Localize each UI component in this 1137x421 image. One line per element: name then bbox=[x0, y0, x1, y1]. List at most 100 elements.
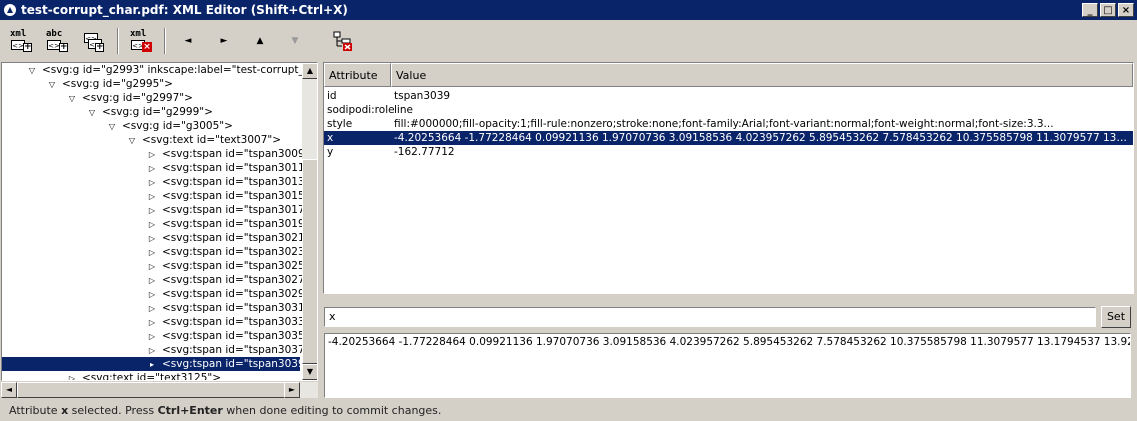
tree-horizontal-scrollbar[interactable]: ◄ ► bbox=[1, 382, 318, 398]
scroll-thumb-horizontal[interactable] bbox=[17, 382, 289, 398]
tree-node-label: <svg:tspan id="tspan3019"> bbox=[162, 218, 318, 230]
tree-node[interactable]: ▷ <svg:tspan id="tspan3023"> bbox=[146, 245, 317, 260]
duplicate-node-button[interactable]: <> <> + bbox=[78, 26, 108, 56]
tree-node-label: <svg:tspan id="tspan3029"> bbox=[162, 288, 318, 300]
tree-node[interactable]: ▽ <svg:text id="text3007"> bbox=[126, 133, 281, 147]
tree-node[interactable]: ▷ <svg:tspan id="tspan3027"> bbox=[146, 273, 318, 288]
tree-node[interactable]: ▷ <svg:tspan id="tspan3017"> bbox=[146, 203, 317, 218]
collapsed-triangle-icon[interactable]: ▷ bbox=[66, 372, 78, 380]
tree-node[interactable]: ▽ <svg:g id="g2995"> bbox=[46, 77, 173, 91]
tree-node[interactable]: ▷ <svg:tspan id="tspan3021"> bbox=[146, 231, 317, 246]
unindent-node-button[interactable]: ◄ bbox=[178, 32, 198, 50]
new-element-node-button[interactable]: xml <> + bbox=[6, 26, 36, 56]
title-bar: test-corrupt_char.pdf: XML Editor (Shift… bbox=[0, 0, 1137, 20]
collapsed-triangle-icon[interactable]: ▷ bbox=[146, 302, 158, 316]
tree-node[interactable]: ▽ <svg:g id="g3005"> bbox=[106, 119, 233, 133]
tree-node[interactable]: ▽ <svg:g id="g2999"> bbox=[86, 105, 213, 119]
collapsed-triangle-icon[interactable]: ▸ bbox=[146, 358, 158, 372]
tree-node-label: <svg:tspan id="tspan3009"> bbox=[162, 148, 318, 160]
tree-node[interactable]: ▷ <svg:tspan id="tspan3037"> bbox=[146, 343, 317, 358]
tree-node[interactable]: ▷ <svg:tspan id="tspan3013"> bbox=[146, 175, 317, 190]
tree-node[interactable]: ▷ <svg:tspan id="tspan3025"> bbox=[146, 259, 317, 274]
attribute-name: sodipodi:role bbox=[327, 104, 395, 116]
tree-node[interactable]: ▷ <svg:tspan id="tspan3029"> bbox=[146, 287, 318, 302]
collapsed-triangle-icon[interactable]: ▷ bbox=[146, 246, 158, 260]
collapsed-triangle-icon[interactable]: ▷ bbox=[146, 218, 158, 232]
expanded-triangle-icon[interactable]: ▽ bbox=[126, 134, 138, 148]
collapsed-triangle-icon[interactable]: ▷ bbox=[146, 176, 158, 190]
status-bar: Attribute x selected. Press Ctrl+Enter w… bbox=[9, 404, 442, 417]
collapsed-triangle-icon[interactable]: ▷ bbox=[146, 274, 158, 288]
expanded-triangle-icon[interactable]: ▽ bbox=[66, 92, 78, 106]
set-button[interactable]: Set bbox=[1101, 306, 1131, 328]
scroll-left-button[interactable]: ◄ bbox=[1, 382, 17, 398]
window-title: test-corrupt_char.pdf: XML Editor (Shift… bbox=[21, 3, 348, 17]
node-toolbar: xml <> + abc <> + <> <> + xml <> × ◄ ► ▲… bbox=[0, 20, 319, 62]
maximize-button[interactable]: □ bbox=[1100, 3, 1116, 17]
attribute-value: line bbox=[394, 104, 413, 116]
delete-node-button[interactable]: xml <> × bbox=[126, 26, 156, 56]
tree-node-label: <svg:text id="text3125"> bbox=[82, 372, 222, 381]
delete-attribute-button[interactable] bbox=[328, 26, 358, 56]
expanded-triangle-icon[interactable]: ▽ bbox=[46, 78, 58, 92]
raise-node-button[interactable]: ▲ bbox=[250, 32, 270, 50]
attribute-row[interactable]: x -4.20253664 -1.77228464 0.09921136 1.97… bbox=[324, 131, 1133, 145]
tree-node[interactable]: ▷ <svg:tspan id="tspan3035"> bbox=[146, 329, 317, 344]
minimize-button[interactable]: _ bbox=[1082, 3, 1098, 17]
collapsed-triangle-icon[interactable]: ▷ bbox=[146, 330, 158, 344]
collapsed-triangle-icon[interactable]: ▷ bbox=[146, 162, 158, 176]
collapsed-triangle-icon[interactable]: ▷ bbox=[146, 232, 158, 246]
tree-node-label: <svg:g id="g2995"> bbox=[62, 78, 173, 90]
tree-node[interactable]: ▷ <svg:text id="text3125"> bbox=[66, 371, 222, 381]
collapsed-triangle-icon[interactable]: ▷ bbox=[146, 260, 158, 274]
delete-attribute-icon bbox=[333, 31, 352, 51]
tree-node[interactable]: ▽ <svg:g id="g2993" inkscape:label="test-… bbox=[26, 63, 317, 78]
attribute-value-textarea[interactable]: -4.20253664 -1.77228464 0.09921136 1.970… bbox=[324, 333, 1131, 398]
attribute-column-header[interactable]: Attribute bbox=[324, 63, 391, 87]
tree-node-label: <svg:tspan id="tspan3027"> bbox=[162, 274, 318, 286]
collapsed-triangle-icon[interactable]: ▷ bbox=[146, 190, 158, 204]
expanded-triangle-icon[interactable]: ▽ bbox=[106, 120, 118, 134]
tree-node[interactable]: ▷ <svg:tspan id="tspan3031"> bbox=[146, 301, 317, 316]
expanded-triangle-icon[interactable]: ▽ bbox=[26, 64, 38, 78]
tree-node[interactable]: ▽ <svg:g id="g2997"> bbox=[66, 91, 193, 105]
tree-node[interactable]: ▷ <svg:tspan id="tspan3033"> bbox=[146, 315, 317, 330]
attribute-name: x bbox=[327, 132, 334, 144]
value-column-header[interactable]: Value bbox=[391, 63, 1133, 87]
indent-node-button[interactable]: ► bbox=[214, 32, 234, 50]
lower-node-button[interactable]: ▼ bbox=[285, 32, 305, 50]
tree-node[interactable]: ▷ <svg:tspan id="tspan3015"> bbox=[146, 189, 317, 204]
collapsed-triangle-icon[interactable]: ▷ bbox=[146, 316, 158, 330]
new-text-node-button[interactable]: abc <> + bbox=[42, 26, 72, 56]
tree-node-label: <svg:g id="g3005"> bbox=[122, 120, 233, 132]
collapsed-triangle-icon[interactable]: ▷ bbox=[146, 288, 158, 302]
collapsed-triangle-icon[interactable]: ▷ bbox=[146, 204, 158, 218]
attribute-table[interactable]: Attribute Value id tspan3039 sodipodi:role… bbox=[323, 62, 1134, 294]
toolbar-separator bbox=[117, 28, 119, 54]
attribute-row[interactable]: id tspan3039 bbox=[324, 89, 1133, 103]
scroll-right-button[interactable]: ► bbox=[284, 382, 300, 398]
collapsed-triangle-icon[interactable]: ▷ bbox=[146, 148, 158, 162]
attribute-name-input[interactable]: x bbox=[324, 307, 1096, 327]
tree-vertical-scrollbar[interactable]: ▲ ▼ bbox=[302, 63, 317, 380]
tree-node[interactable]: ▷ <svg:tspan id="tspan3009"> bbox=[146, 147, 318, 162]
tree-node[interactable]: ▷ <svg:tspan id="tspan3011"> bbox=[146, 161, 317, 176]
scroll-thumb[interactable] bbox=[302, 159, 317, 364]
scroll-down-button[interactable]: ▼ bbox=[302, 364, 317, 380]
attribute-value: fill:#000000;fill-opacity:1;fill-rule:no… bbox=[394, 118, 1054, 130]
new-element-node-icon: xml <> + bbox=[10, 29, 32, 52]
attribute-value: tspan3039 bbox=[394, 90, 451, 102]
xml-node-tree[interactable]: ▷ <svg:text id="text3125"> ▸ <svg:tspan id=… bbox=[1, 62, 318, 381]
attribute-row[interactable]: style fill:#000000;fill-opacity:1;fill-ru… bbox=[324, 117, 1133, 131]
attribute-value: -162.77712 bbox=[394, 146, 455, 158]
tree-node-label: <svg:text id="text3007"> bbox=[142, 134, 282, 146]
close-button[interactable]: × bbox=[1118, 3, 1134, 17]
tree-node[interactable]: ▷ <svg:tspan id="tspan3019"> bbox=[146, 217, 318, 232]
tree-node[interactable]: ▸ <svg:tspan id="tspan3039"> bbox=[2, 357, 317, 372]
collapsed-triangle-icon[interactable]: ▷ bbox=[146, 344, 158, 358]
scroll-up-button[interactable]: ▲ bbox=[302, 63, 317, 79]
expanded-triangle-icon[interactable]: ▽ bbox=[86, 106, 98, 120]
attribute-row[interactable]: sodipodi:role line bbox=[324, 103, 1133, 117]
app-icon bbox=[4, 4, 16, 16]
attribute-row[interactable]: y -162.77712 bbox=[324, 145, 1133, 159]
